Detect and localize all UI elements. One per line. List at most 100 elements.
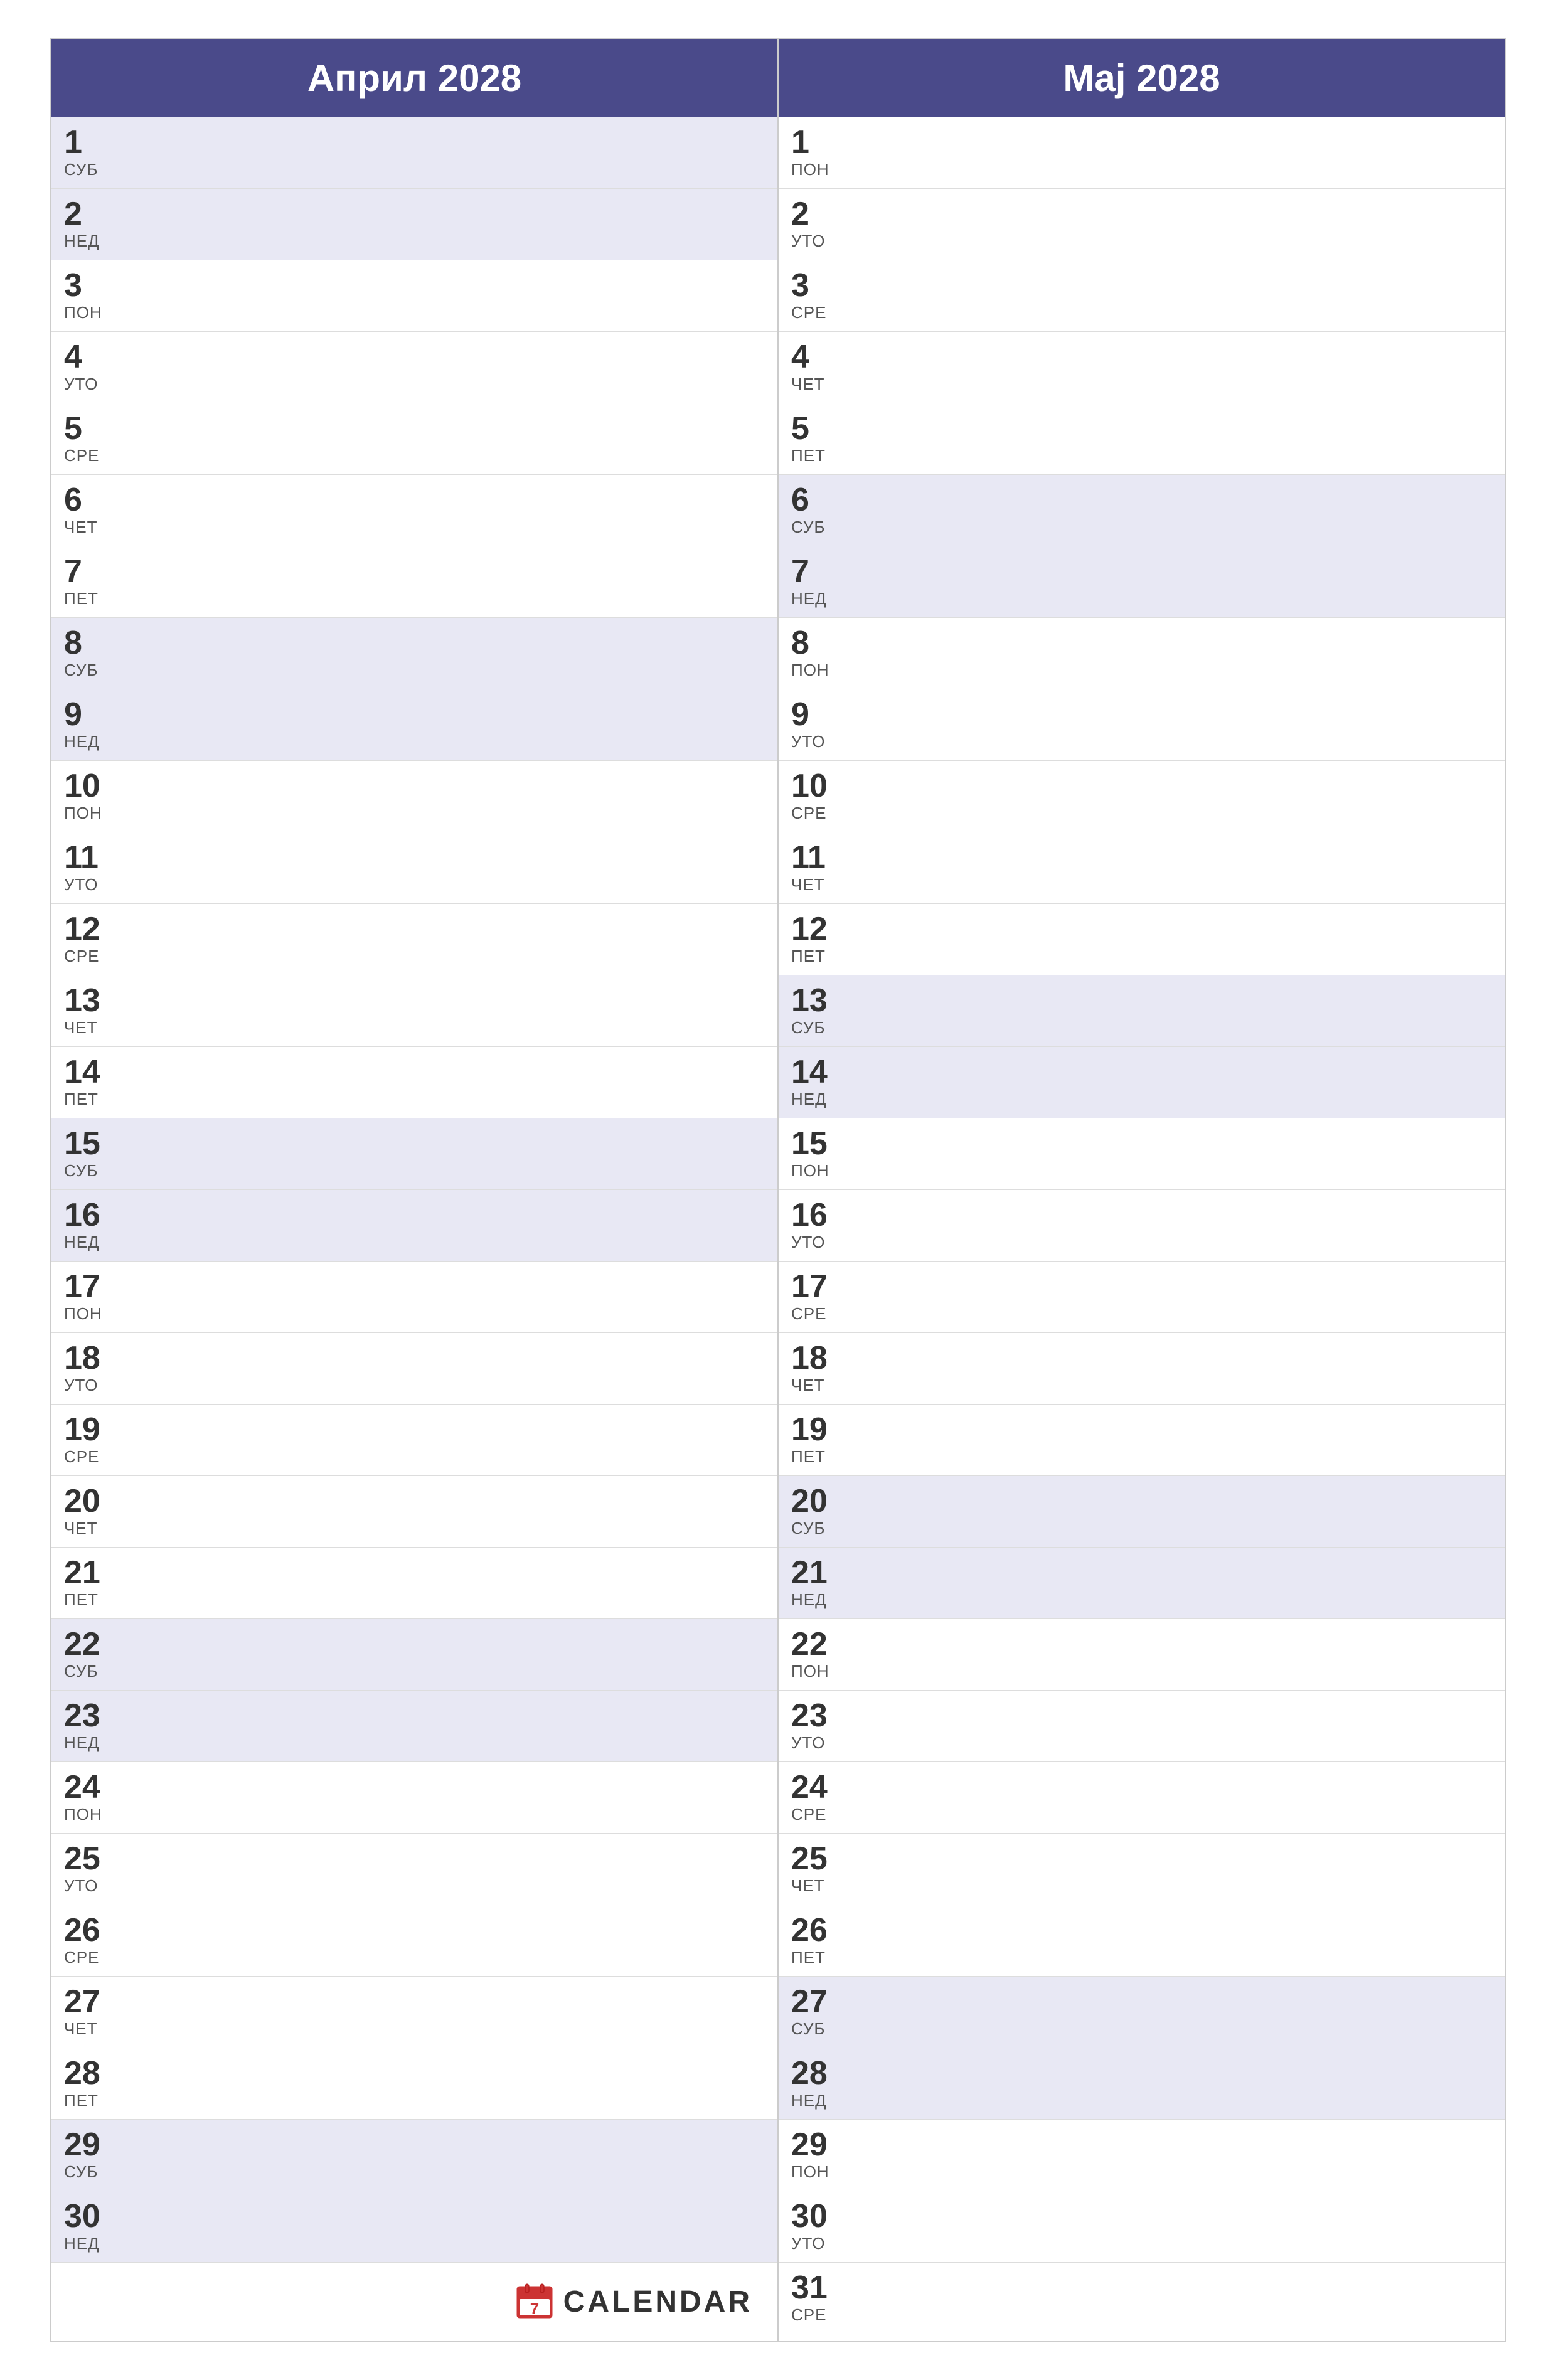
day-number: 6 — [64, 484, 114, 516]
day-row: 20ЧЕТ — [51, 1476, 777, 1548]
day-row: 19СРЕ — [51, 1405, 777, 1476]
day-info: 18ЧЕТ — [791, 1342, 841, 1395]
day-info: 12СРЕ — [64, 913, 114, 966]
day-number: 21 — [791, 1556, 841, 1589]
day-row: 18ЧЕТ — [779, 1333, 1505, 1405]
logo-text: CALENDAR — [563, 2285, 752, 2319]
day-row: 9УТО — [779, 689, 1505, 761]
day-info: 16УТО — [791, 1199, 841, 1252]
calendar-body: 1СУБ2НЕД3ПОН4УТО5СРЕ6ЧЕТ7ПЕТ8СУБ9НЕД10ПО… — [51, 117, 1505, 2341]
day-name: ПОН — [791, 661, 841, 680]
day-row: 11УТО — [51, 832, 777, 904]
day-number: 8 — [64, 627, 114, 659]
day-name: ПЕТ — [64, 1590, 114, 1610]
day-info: 29СУБ — [64, 2128, 114, 2182]
svg-text:7: 7 — [530, 2299, 538, 2318]
day-name: ПЕТ — [64, 1090, 114, 1109]
day-number: 8 — [791, 627, 841, 659]
day-info: 22ПОН — [791, 1628, 841, 1681]
logo-area: 7 CALENDAR — [516, 2282, 752, 2322]
day-name: УТО — [791, 1233, 841, 1252]
day-info: 4ЧЕТ — [791, 341, 841, 394]
day-row: 28ПЕТ — [51, 2048, 777, 2120]
day-name: ПОН — [64, 1304, 114, 1324]
day-name: ПОН — [791, 160, 841, 179]
day-number: 21 — [64, 1556, 114, 1589]
day-number: 15 — [791, 1127, 841, 1160]
day-info: 21ПЕТ — [64, 1556, 114, 1610]
day-name: ПОН — [791, 1161, 841, 1181]
day-row: 19ПЕТ — [779, 1405, 1505, 1476]
day-row: 7ПЕТ — [51, 546, 777, 618]
day-name: ЧЕТ — [791, 1376, 841, 1395]
day-name: ЧЕТ — [64, 1018, 114, 1038]
day-number: 7 — [64, 555, 114, 588]
day-info: 27ЧЕТ — [64, 1985, 114, 2039]
day-info: 4УТО — [64, 341, 114, 394]
day-name: СРЕ — [64, 1447, 114, 1467]
day-info: 6СУБ — [791, 484, 841, 537]
day-row: 27ЧЕТ — [51, 1977, 777, 2048]
day-number: 26 — [791, 1914, 841, 1947]
calendar-container: Април 2028Maj 20281СУБ2НЕД3ПОН4УТО5СРЕ6Ч… — [50, 38, 1506, 2342]
day-number: 19 — [64, 1413, 114, 1446]
day-number: 26 — [64, 1914, 114, 1947]
day-number: 23 — [791, 1699, 841, 1732]
day-name: СУБ — [64, 661, 114, 680]
day-info: 5СРЕ — [64, 412, 114, 465]
day-info: 15ПОН — [791, 1127, 841, 1181]
day-info: 25ЧЕТ — [791, 1842, 841, 1896]
day-number: 27 — [64, 1985, 114, 2018]
day-row: 4ЧЕТ — [779, 332, 1505, 403]
day-number: 9 — [791, 698, 841, 731]
day-row: 23НЕД — [51, 1691, 777, 1762]
day-number: 1 — [791, 126, 841, 159]
day-name: ЧЕТ — [64, 518, 114, 537]
day-name: ПЕТ — [791, 1447, 841, 1467]
day-number: 24 — [791, 1771, 841, 1804]
day-number: 11 — [64, 841, 114, 874]
day-name: УТО — [64, 375, 114, 394]
day-info: 10СРЕ — [791, 770, 841, 823]
day-row: 24СРЕ — [779, 1762, 1505, 1834]
day-row: 23УТО — [779, 1691, 1505, 1762]
day-info: 8 ПОН — [791, 627, 841, 680]
day-row: 10СРЕ — [779, 761, 1505, 832]
day-info: 28НЕД — [791, 2057, 841, 2110]
day-row: 10ПОН — [51, 761, 777, 832]
day-info: 30УТО — [791, 2200, 841, 2253]
day-name: СРЕ — [64, 947, 114, 966]
day-info: 1ПОН — [791, 126, 841, 179]
day-row: 1СУБ — [51, 117, 777, 189]
day-info: 6 ЧЕТ — [64, 484, 114, 537]
day-info: 9УТО — [791, 698, 841, 752]
day-number: 15 — [64, 1127, 114, 1160]
day-number: 17 — [791, 1270, 841, 1303]
day-name: НЕД — [64, 732, 114, 752]
month-header-april: Април 2028 — [51, 39, 779, 117]
day-number: 3 — [64, 269, 114, 302]
day-info: 5ПЕТ — [791, 412, 841, 465]
day-info: 25УТО — [64, 1842, 114, 1896]
day-name: УТО — [791, 2234, 841, 2253]
day-number: 11 — [791, 841, 841, 874]
day-row: 30УТО — [779, 2191, 1505, 2263]
day-number: 28 — [791, 2057, 841, 2090]
day-row: 17ПОН — [51, 1262, 777, 1333]
day-name: УТО — [791, 231, 841, 251]
day-name: ПЕТ — [791, 947, 841, 966]
day-row: 9НЕД — [51, 689, 777, 761]
day-number: 31 — [791, 2271, 841, 2304]
day-info: 12ПЕТ — [791, 913, 841, 966]
day-info: 8 СУБ — [64, 627, 114, 680]
day-name: НЕД — [791, 2091, 841, 2110]
day-info: 10ПОН — [64, 770, 114, 823]
day-name: УТО — [791, 732, 841, 752]
day-row: 12ПЕТ — [779, 904, 1505, 975]
day-number: 18 — [64, 1342, 114, 1374]
day-number: 30 — [64, 2200, 114, 2233]
day-info: 24ПОН — [64, 1771, 114, 1824]
day-info: 2НЕД — [64, 198, 114, 251]
day-row: 15СУБ — [51, 1118, 777, 1190]
day-row: 5СРЕ — [51, 403, 777, 475]
